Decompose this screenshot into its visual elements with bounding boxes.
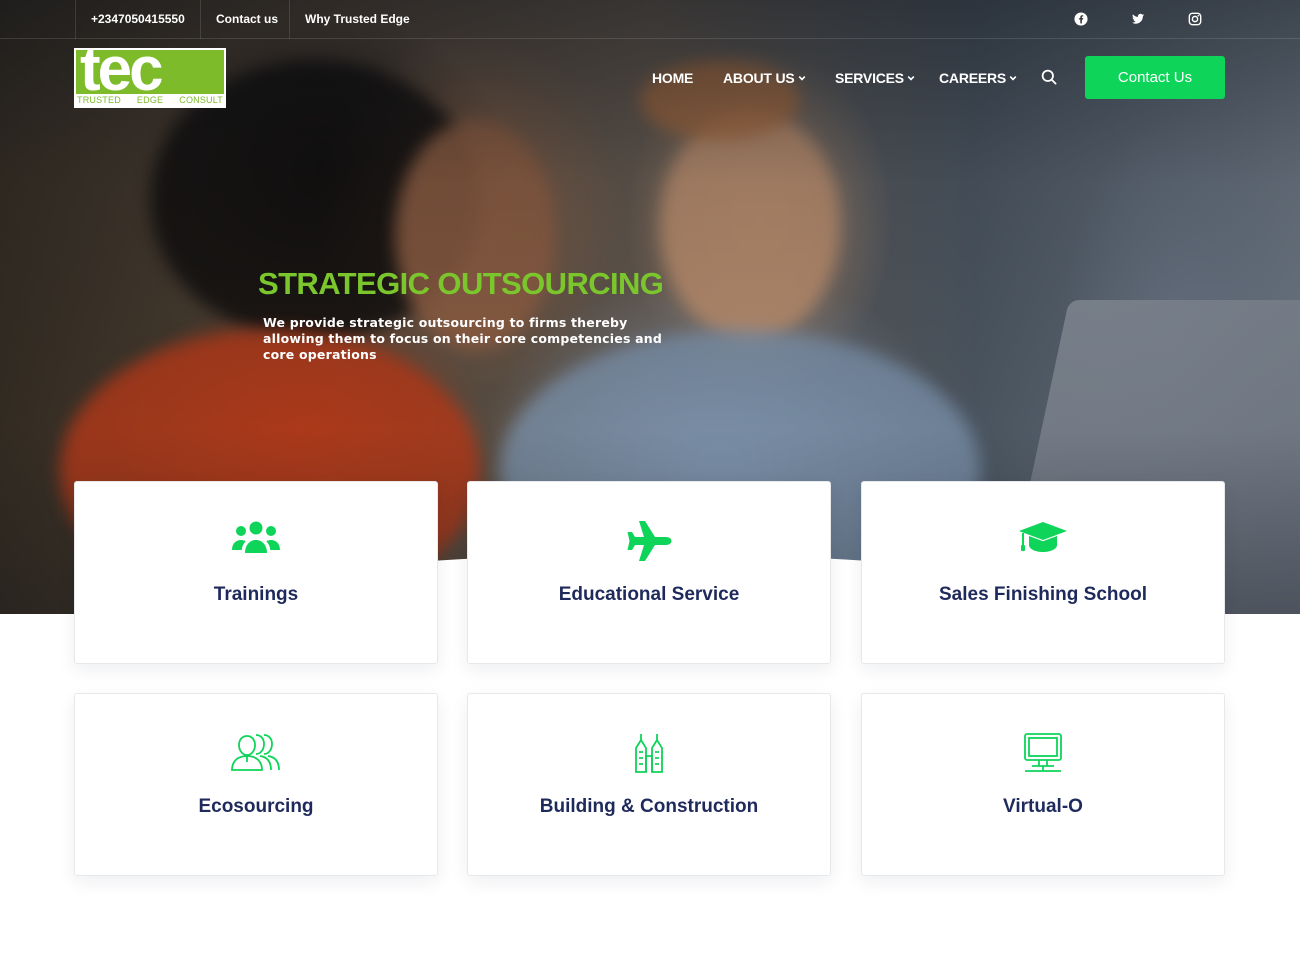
logo-word-trusted: TRUSTED	[77, 95, 121, 105]
twitter-icon[interactable]	[1131, 12, 1145, 26]
people-outline-icon	[231, 734, 280, 771]
search-icon[interactable]	[1041, 69, 1057, 85]
service-card-educational-service[interactable]: Educational Service	[467, 481, 831, 664]
service-card-building-construction[interactable]: Building & Construction	[467, 693, 831, 876]
logo-tagline: TRUSTED EDGE CONSULT	[76, 94, 224, 106]
phone-link[interactable]: +2347050415550	[75, 0, 200, 39]
nav-about-us[interactable]: ABOUT US	[723, 68, 806, 88]
service-card-ecosourcing[interactable]: Ecosourcing	[74, 693, 438, 876]
service-card-title: Educational Service	[558, 584, 740, 605]
users-icon	[232, 521, 280, 553]
chevron-down-icon	[907, 76, 915, 81]
nav-about-us-label: ABOUT US	[723, 70, 795, 86]
contact-us-button[interactable]: Contact Us	[1085, 56, 1225, 99]
service-card-title: Virtual-O	[1003, 796, 1083, 817]
logo-mark: tec TRUSTED EDGE CONSULT	[76, 50, 224, 106]
hero-title: STRATEGIC OUTSOURCING	[258, 266, 664, 301]
nav-home-label: HOME	[652, 70, 694, 86]
service-card-title: Trainings	[213, 584, 299, 605]
logo-word-consult: CONSULT	[179, 95, 223, 105]
why-trusted-edge-link[interactable]: Why Trusted Edge	[289, 0, 425, 39]
service-card-trainings[interactable]: Trainings	[74, 481, 438, 664]
facebook-icon[interactable]	[1074, 12, 1088, 26]
nav-services-label: SERVICES	[835, 70, 904, 86]
chevron-down-icon	[798, 76, 805, 81]
card-icon-wrap	[468, 520, 830, 564]
contact-us-link[interactable]: Contact us	[200, 0, 293, 39]
logo-word-edge: EDGE	[136, 95, 164, 105]
card-icon-wrap	[862, 732, 1224, 776]
buildings-icon	[635, 734, 663, 773]
graduation-cap-icon	[1019, 522, 1067, 552]
hero-description: We provide strategic outsourcing to firm…	[263, 315, 663, 362]
service-card-title: Sales Finishing School	[939, 584, 1147, 605]
chevron-down-icon	[1009, 76, 1017, 81]
nav-careers-label: CAREERS	[939, 70, 1007, 86]
service-card-sales-finishing-school[interactable]: Sales Finishing School	[861, 481, 1225, 664]
card-icon-wrap	[862, 520, 1224, 564]
top-bar: +2347050415550 Contact us Why Trusted Ed…	[0, 0, 1300, 39]
computer-icon	[1024, 733, 1062, 772]
service-card-title: Building & Construction	[539, 796, 759, 817]
card-icon-wrap	[75, 732, 437, 776]
service-card-title: Ecosourcing	[198, 796, 314, 817]
nav-home[interactable]: HOME	[652, 68, 693, 88]
plane-icon	[627, 521, 672, 561]
card-icon-wrap	[75, 520, 437, 564]
service-card-virtual-o[interactable]: Virtual-O	[861, 693, 1225, 876]
nav-careers[interactable]: CAREERS	[939, 68, 1017, 88]
nav-services[interactable]: SERVICES	[835, 68, 915, 88]
instagram-icon[interactable]	[1188, 12, 1202, 26]
card-icon-wrap	[468, 732, 830, 776]
site-logo[interactable]: tec TRUSTED EDGE CONSULT	[74, 48, 226, 108]
